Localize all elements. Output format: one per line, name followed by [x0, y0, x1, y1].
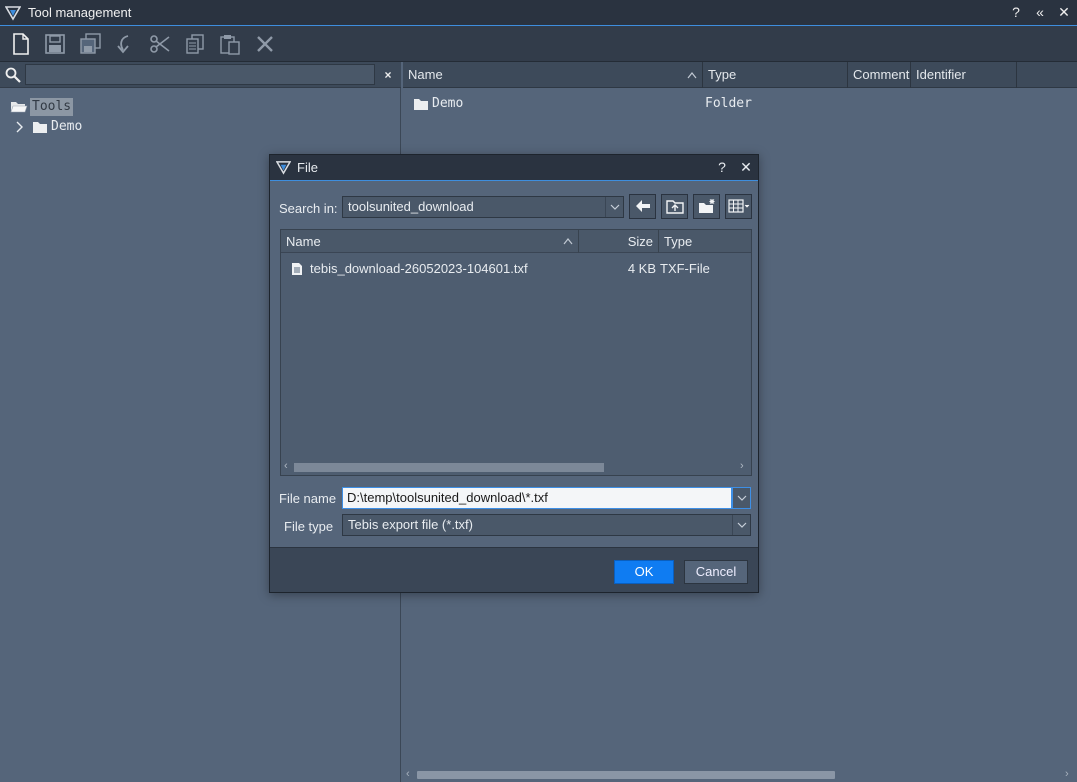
search-in-value: toolsunited_download	[348, 199, 474, 214]
sort-up-icon	[687, 62, 697, 88]
column-header-type[interactable]: Type	[703, 62, 848, 88]
save-all-icon	[80, 33, 101, 54]
copy-icon	[186, 34, 204, 54]
file-type-value: Tebis export file (*.txf)	[348, 517, 473, 532]
file-row[interactable]: tebis_download-26052023-104601.txf 4 KB …	[281, 259, 751, 279]
chevron-right-icon[interactable]	[14, 118, 26, 141]
tree-item-label: Tools	[30, 98, 74, 116]
scrollbar-thumb[interactable]	[417, 771, 835, 779]
file-name-input[interactable]: D:\temp\toolsunited_download\*.txf	[342, 487, 732, 509]
import-arrow-icon	[117, 35, 129, 54]
scrollbar-thumb[interactable]	[294, 463, 604, 472]
column-header-name[interactable]: Name	[403, 62, 703, 88]
up-folder-button[interactable]	[661, 194, 688, 219]
scroll-right-icon[interactable]: ›	[1065, 768, 1069, 780]
tree-search-bar: ×	[0, 62, 401, 88]
save-button[interactable]	[42, 31, 68, 57]
column-label: Name	[408, 67, 443, 82]
dialog-help-button[interactable]: ?	[712, 158, 732, 178]
folder-icon	[32, 120, 48, 139]
cut-button[interactable]	[147, 31, 173, 57]
scissors-icon	[150, 35, 170, 53]
tree-item-label: Demo	[51, 119, 83, 134]
grid-view-icon	[727, 199, 749, 213]
app-logo-icon	[4, 5, 22, 24]
search-in-label: Search in:	[279, 201, 338, 216]
file-dialog: File ? ✕ Search in: toolsunited_download…	[269, 154, 759, 593]
file-size: 4 KB	[627, 261, 656, 276]
paste-icon	[220, 35, 240, 55]
file-list: Name Size Type tebis_download-26052023-1…	[280, 229, 752, 476]
tree-item-demo[interactable]: Demo	[14, 118, 214, 136]
window-title: Tool management	[28, 5, 132, 20]
chevron-down-icon[interactable]	[732, 515, 750, 535]
column-label: Name	[286, 234, 321, 249]
main-toolbar	[0, 26, 1077, 62]
cancel-button[interactable]: Cancel	[684, 560, 748, 584]
new-document-icon	[13, 33, 29, 55]
file-icon	[291, 262, 303, 282]
new-document-button[interactable]	[8, 31, 34, 57]
back-arrow-icon	[635, 200, 650, 212]
paste-button[interactable]	[217, 31, 243, 57]
search-icon	[5, 67, 21, 86]
collapse-button[interactable]: «	[1029, 3, 1051, 23]
save-all-button[interactable]	[78, 31, 104, 57]
scroll-left-icon[interactable]: ‹	[284, 460, 288, 472]
horizontal-scrollbar[interactable]: ‹ ›	[403, 766, 1077, 782]
column-header-identifier[interactable]: Identifier	[911, 62, 1017, 88]
delete-button[interactable]	[252, 31, 278, 57]
view-mode-button[interactable]	[725, 194, 752, 219]
search-in-dropdown[interactable]: toolsunited_download	[342, 196, 624, 218]
import-button[interactable]	[112, 31, 138, 57]
file-name-dropdown-button[interactable]	[732, 487, 751, 509]
scroll-right-icon[interactable]: ›	[740, 460, 744, 472]
ok-button[interactable]: OK	[614, 560, 674, 584]
file-type-dropdown[interactable]: Tebis export file (*.txf)	[342, 514, 751, 536]
column-header-comment[interactable]: Comment	[848, 62, 911, 88]
file-name-label: File name	[279, 491, 337, 506]
file-column-header-size[interactable]: Size	[579, 230, 659, 253]
list-header: Name Type Comment Identifier	[403, 62, 1077, 88]
dialog-titlebar: File ? ✕	[270, 155, 758, 181]
file-column-header-name[interactable]: Name	[281, 230, 579, 253]
save-icon	[45, 34, 65, 54]
file-column-header-type[interactable]: Type	[659, 230, 751, 253]
clear-search-button[interactable]: ×	[378, 65, 398, 85]
window-titlebar: Tool management ? « ✕	[0, 0, 1077, 26]
scroll-left-icon[interactable]: ‹	[406, 768, 410, 780]
list-item-name: Demo	[432, 96, 464, 111]
list-item-type: Folder	[705, 96, 752, 111]
folder-up-icon	[665, 200, 684, 214]
delete-x-icon	[257, 36, 273, 52]
file-type-label: File type	[284, 519, 334, 534]
app-logo-icon	[275, 160, 292, 178]
folder-icon	[413, 97, 429, 117]
list-item[interactable]: Demo Folder	[403, 94, 1077, 114]
chevron-down-icon	[737, 495, 746, 501]
tree-search-input[interactable]	[25, 64, 375, 85]
back-button[interactable]	[629, 194, 656, 219]
new-folder-button[interactable]	[693, 194, 720, 219]
chevron-down-icon[interactable]	[605, 197, 623, 217]
copy-button[interactable]	[182, 31, 208, 57]
file-name: tebis_download-26052023-104601.txf	[310, 261, 528, 276]
file-list-scrollbar[interactable]: ‹ ›	[281, 460, 751, 475]
dialog-title: File	[297, 160, 318, 175]
close-button[interactable]: ✕	[1053, 3, 1075, 23]
help-button[interactable]: ?	[1005, 3, 1027, 23]
open-folder-icon	[10, 99, 28, 118]
tree-item-tools[interactable]: Tools	[10, 98, 210, 116]
sort-up-icon	[563, 230, 573, 260]
file-type: TXF-File	[660, 261, 710, 276]
dialog-close-button[interactable]: ✕	[736, 158, 756, 178]
new-folder-icon	[698, 199, 714, 213]
dialog-footer: OK Cancel	[270, 547, 758, 592]
